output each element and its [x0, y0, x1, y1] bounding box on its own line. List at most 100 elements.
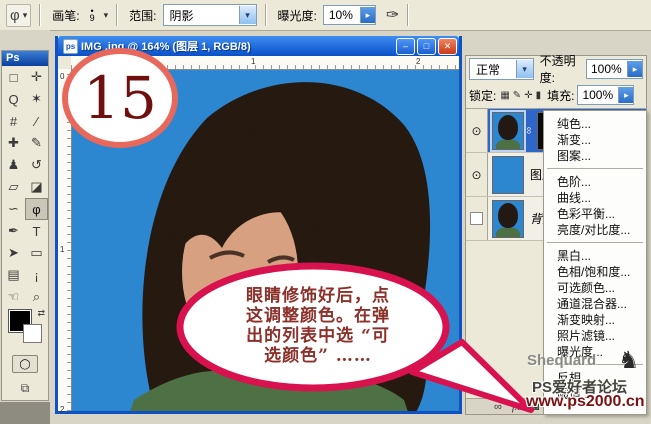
- ps-file-icon: ps: [63, 39, 78, 54]
- dodge-tool[interactable]: φ: [25, 198, 48, 220]
- tools-panel: Ps □✛Q✶#∕✚✎♟↺▱◪∽φ✒T➤▭▤¡☜⌕ ⇄ ◯ ⧉: [0, 30, 50, 424]
- menu-item[interactable]: 照片滤镜...: [544, 328, 646, 344]
- adjustment-layer-menu: 纯色...渐变...图案... 色阶...曲线...色彩平衡...亮度/对比度..…: [543, 110, 647, 415]
- lock-transparency-icon[interactable]: ▦: [500, 90, 509, 101]
- slice-tool[interactable]: ∕: [25, 110, 48, 132]
- history-brush-tool[interactable]: ↺: [25, 154, 48, 176]
- background-color-swatch[interactable]: [23, 324, 42, 343]
- visibility-eye-icon[interactable]: ⊙: [466, 109, 488, 152]
- spinner-arrow-icon[interactable]: ▸: [618, 87, 633, 103]
- spinner-arrow-icon[interactable]: ▸: [360, 7, 375, 23]
- menu-item[interactable]: 纯色...: [544, 116, 646, 132]
- menu-item[interactable]: 曲线...: [544, 190, 646, 206]
- chevron-down-icon[interactable]: ▾: [104, 10, 109, 21]
- empty-checkbox: [470, 212, 483, 225]
- menu-item[interactable]: 通道混合器...: [544, 296, 646, 312]
- chevron-down-icon[interactable]: ▾: [239, 6, 256, 24]
- airbrush-toggle-icon[interactable]: ✑: [386, 5, 399, 25]
- gradient-tool[interactable]: ◪: [25, 176, 48, 198]
- spinner-arrow-icon[interactable]: ▸: [627, 61, 642, 77]
- chevron-down-icon: ▾: [23, 10, 28, 21]
- rectangular-marquee-tool[interactable]: □: [2, 66, 25, 88]
- screen-mode-button[interactable]: ⧉: [2, 376, 48, 400]
- menu-item[interactable]: 图案...: [544, 148, 646, 164]
- layer-thumbnail[interactable]: [492, 112, 524, 150]
- tools-panel-footer: [0, 402, 50, 424]
- lock-all-icon[interactable]: ▮: [536, 90, 542, 101]
- smudge-tool[interactable]: ∽: [2, 198, 25, 220]
- menu-item[interactable]: 曝光度...: [544, 344, 646, 360]
- blend-mode-dropdown[interactable]: 正常 ▾: [469, 58, 534, 80]
- swap-colors-icon[interactable]: ⇄: [37, 308, 45, 319]
- brush-tool[interactable]: ✎: [25, 132, 48, 154]
- maximize-button[interactable]: □: [417, 38, 436, 55]
- menu-item[interactable]: 阈值...: [544, 386, 646, 402]
- lock-paint-icon[interactable]: ✎: [513, 90, 521, 101]
- zoom-tool[interactable]: ⌕: [25, 286, 48, 308]
- pen-tool[interactable]: ✒: [2, 220, 25, 242]
- shape-tool[interactable]: ▭: [25, 242, 48, 264]
- range-dropdown[interactable]: 阴影 ▾: [163, 4, 257, 26]
- menu-item[interactable]: 可选颜色...: [544, 280, 646, 296]
- color-swatches: ⇄: [2, 308, 48, 352]
- menu-separator: [547, 364, 643, 365]
- layer-style-icon[interactable]: fx.: [512, 401, 523, 413]
- divider: [116, 4, 117, 26]
- tools-grid: □✛Q✶#∕✚✎♟↺▱◪∽φ✒T➤▭▤¡☜⌕: [2, 66, 48, 308]
- type-tool[interactable]: T: [25, 220, 48, 242]
- fill-input[interactable]: 100% ▸: [577, 85, 634, 105]
- blend-mode-row: 正常 ▾ 不透明度: 100% ▸: [466, 56, 646, 82]
- tool-preset-dropdown[interactable]: φ ▾: [6, 4, 31, 27]
- quick-mask-row: ◯: [2, 352, 48, 376]
- brush-label: 画笔:: [52, 7, 79, 24]
- opacity-input[interactable]: 100% ▸: [586, 59, 643, 79]
- hand-tool[interactable]: ☜: [2, 286, 25, 308]
- eyedropper-tool[interactable]: ¡: [25, 264, 48, 286]
- magic-wand-tool[interactable]: ✶: [25, 88, 48, 110]
- ruler-corner: [58, 56, 72, 70]
- layer-thumbnail[interactable]: [492, 156, 524, 194]
- menu-separator: [547, 242, 643, 243]
- healing-brush-tool[interactable]: ✚: [2, 132, 25, 154]
- ruler-number: 1: [60, 245, 64, 254]
- path-selection-tool[interactable]: ➤: [2, 242, 25, 264]
- notes-tool[interactable]: ▤: [2, 264, 25, 286]
- ruler-number: 2: [416, 57, 420, 66]
- layer-mask-icon[interactable]: ◙: [533, 401, 540, 413]
- menu-item[interactable]: 渐变映射...: [544, 312, 646, 328]
- quick-mask-button[interactable]: ◯: [12, 355, 38, 373]
- opacity-value: 100%: [587, 62, 627, 76]
- menu-item[interactable]: 亮度/对比度...: [544, 222, 646, 238]
- menu-item[interactable]: 渐变...: [544, 132, 646, 148]
- speech-bubble-line: 这调整颜色。在弹: [196, 306, 440, 326]
- mask-link-icon[interactable]: ∞: [523, 127, 534, 134]
- ps-logo: Ps: [2, 51, 48, 66]
- lock-icons: ▦ ✎✛ ▮: [500, 90, 541, 101]
- crop-tool[interactable]: #: [2, 110, 25, 132]
- menu-item[interactable]: 色相/饱和度...: [544, 264, 646, 280]
- brush-preview[interactable]: • 9: [86, 7, 99, 23]
- move-tool[interactable]: ✛: [25, 66, 48, 88]
- close-button[interactable]: ✕: [438, 38, 457, 55]
- speech-bubble-text: 眼睛修饰好后，点这调整颜色。在弹出的列表中选 “可选颜色” ……: [196, 286, 440, 366]
- visibility-eye-icon[interactable]: ⊙: [466, 153, 488, 196]
- menu-item[interactable]: 反相: [544, 370, 646, 386]
- lasso-tool[interactable]: Q: [2, 88, 25, 110]
- minimize-button[interactable]: –: [396, 38, 415, 55]
- range-label: 范围:: [129, 7, 156, 24]
- eraser-tool[interactable]: ▱: [2, 176, 25, 198]
- divider: [39, 4, 40, 26]
- range-value: 阴影: [164, 7, 239, 24]
- exposure-input[interactable]: 10% ▸: [323, 5, 376, 25]
- menu-item[interactable]: 色彩平衡...: [544, 206, 646, 222]
- menu-item[interactable]: 色阶...: [544, 174, 646, 190]
- speech-bubble-line: 选颜色” ……: [196, 346, 440, 366]
- layer-thumbnail[interactable]: [492, 200, 524, 238]
- blend-mode-value: 正常: [470, 61, 516, 78]
- chevron-down-icon[interactable]: ▾: [516, 60, 533, 78]
- lock-position-icon[interactable]: ✛: [524, 90, 532, 101]
- clone-stamp-tool[interactable]: ♟: [2, 154, 25, 176]
- menu-item[interactable]: 黑白...: [544, 248, 646, 264]
- visibility-empty-checkbox[interactable]: [466, 197, 488, 240]
- link-layers-icon[interactable]: ∞: [494, 401, 502, 413]
